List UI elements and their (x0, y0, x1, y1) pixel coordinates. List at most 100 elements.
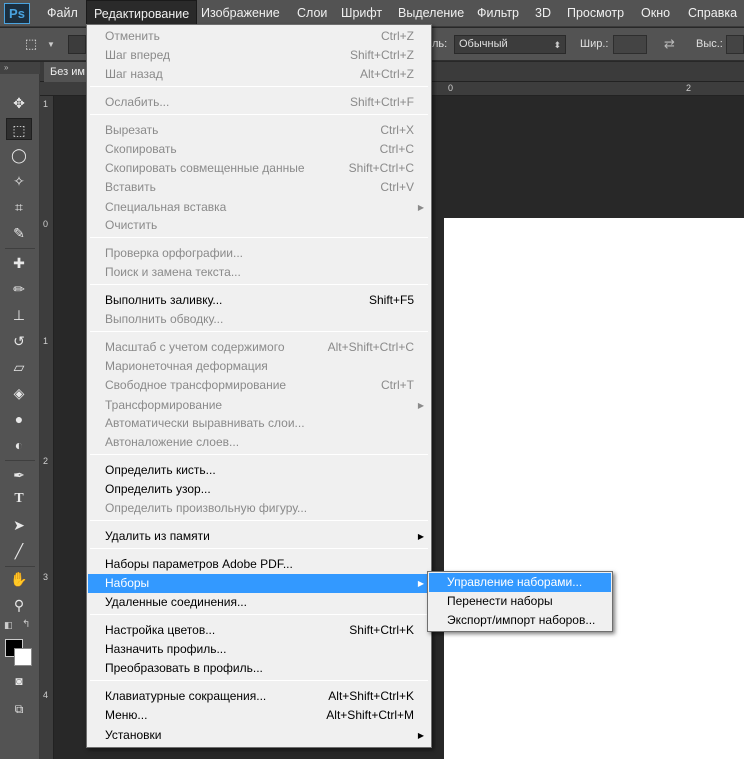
menu-item-free-transform[interactable]: Свободное трансформирование Ctrl+T (88, 376, 430, 395)
toolbox-collapse[interactable]: » (0, 62, 40, 74)
menu-item-adobe-pdf-presets[interactable]: Наборы параметров Adobe PDF... (88, 555, 430, 574)
menu-help[interactable]: Справка (681, 0, 744, 27)
menu-separator (90, 86, 428, 87)
menu-separator (90, 284, 428, 285)
spot-healing-tool-icon[interactable]: ✚ (6, 252, 32, 274)
swap-colors-icon[interactable]: ↰ (22, 619, 30, 630)
ruler-tick-label: 2 (43, 456, 49, 466)
document-canvas[interactable] (444, 218, 744, 759)
menu-item-paste[interactable]: Вставить Ctrl+V (88, 178, 430, 197)
hand-tool-icon[interactable]: ✋ (6, 568, 32, 590)
crop-tool-icon[interactable]: ⌗ (6, 196, 32, 218)
submenu-arrow-icon: ▶ (417, 203, 424, 212)
clone-stamp-tool-icon[interactable]: ⊥ (6, 304, 32, 326)
submenu-item-export-import-presets[interactable]: Экспорт/импорт наборов... (429, 611, 611, 630)
chevron-down-icon[interactable]: ▼ (47, 40, 55, 49)
width-field[interactable] (613, 35, 647, 54)
brush-tool-icon[interactable]: ✏ (6, 278, 32, 300)
menu-item-transform[interactable]: Трансформирование ▶ (88, 396, 430, 415)
menu-separator (90, 237, 428, 238)
menu-separator (90, 331, 428, 332)
marquee-preset-icon[interactable]: ⬚ (18, 33, 44, 55)
menu-item-puppet-warp[interactable]: Марионеточная деформация (88, 357, 430, 376)
submenu-item-preset-manager[interactable]: Управление наборами... (429, 573, 611, 592)
menu-item-auto-blend-layers[interactable]: Автоналожение слоев... (88, 433, 430, 452)
ruler-vertical: 1 0 1 2 3 4 (40, 96, 54, 759)
menu-item-undo[interactable]: Отменить Ctrl+Z (88, 27, 430, 46)
menu-item-auto-align-layers[interactable]: Автоматически выравнивать слои... (88, 414, 430, 433)
menu-item-cut[interactable]: Вырезать Ctrl+X (88, 121, 430, 140)
menu-item-assign-profile[interactable]: Назначить профиль... (88, 640, 430, 659)
ruler-tick-label: 0 (43, 219, 49, 229)
edit-menu: Отменить Ctrl+Z Шаг вперед Shift+Ctrl+Z Ша… (86, 24, 432, 748)
menu-separator (90, 114, 428, 115)
menu-item-presets[interactable]: Наборы ▶ (88, 574, 430, 593)
menu-item-remote-connections[interactable]: Удаленные соединения... (88, 593, 430, 612)
menu-filter[interactable]: Фильтр (470, 0, 526, 27)
path-selection-tool-icon[interactable]: ➤ (6, 514, 32, 536)
history-brush-tool-icon[interactable]: ↺ (6, 330, 32, 352)
blur-tool-icon[interactable]: ● (6, 408, 32, 430)
menu-item-menus[interactable]: Меню... Alt+Shift+Ctrl+M (88, 706, 430, 725)
pen-tool-icon[interactable]: ✒ (6, 464, 32, 486)
submenu-item-migrate-presets[interactable]: Перенести наборы (429, 592, 611, 611)
menu-type[interactable]: Шрифт (334, 0, 389, 27)
dodge-tool-icon[interactable]: ◐ (6, 434, 32, 456)
menu-item-define-brush[interactable]: Определить кисть... (88, 461, 430, 480)
type-tool-icon[interactable]: T (6, 488, 32, 510)
menu-item-find-replace[interactable]: Поиск и замена текста... (88, 263, 430, 282)
lasso-tool-icon[interactable]: ◯ (6, 144, 32, 166)
menu-layers[interactable]: Слои (290, 0, 334, 27)
menu-item-copy[interactable]: Скопировать Ctrl+C (88, 140, 430, 159)
paint-bucket-tool-icon[interactable]: ◈ (6, 382, 32, 404)
menu-item-color-settings[interactable]: Настройка цветов... Shift+Ctrl+K (88, 621, 430, 640)
quick-mask-icon[interactable]: ◙ (6, 670, 32, 692)
menu-item-stroke[interactable]: Выполнить обводку... (88, 310, 430, 329)
new-selection-button[interactable] (68, 35, 86, 54)
photoshop-logo: Ps (4, 3, 30, 24)
height-label: Выс.: (696, 38, 723, 50)
menu-item-define-custom-shape[interactable]: Определить произвольную фигуру... (88, 499, 430, 518)
line-tool-icon[interactable]: ╱ (6, 540, 32, 562)
zoom-tool-icon[interactable]: ⚲ (6, 594, 32, 616)
move-tool-icon[interactable]: ✥ (6, 92, 32, 114)
submenu-arrow-icon: ▶ (417, 579, 424, 588)
menu-item-fade[interactable]: Ослабить... Shift+Ctrl+F (88, 93, 430, 112)
style-select-value: Обычный (459, 38, 508, 50)
magic-wand-tool-icon[interactable]: ✧ (6, 170, 32, 192)
swap-icon[interactable]: ⇄ (664, 36, 675, 52)
menu-item-step-backward[interactable]: Шаг назад Alt+Ctrl+Z (88, 65, 430, 84)
height-field[interactable] (726, 35, 744, 54)
menu-item-content-aware-scale[interactable]: Масштаб с учетом содержимого Alt+Shift+Ct… (88, 338, 430, 357)
menu-item-convert-to-profile[interactable]: Преобразовать в профиль... (88, 659, 430, 678)
menu-item-fill[interactable]: Выполнить заливку... Shift+F5 (88, 291, 430, 310)
menu-select[interactable]: Выделение (391, 0, 471, 27)
default-colors-icon[interactable]: ◧ (4, 620, 13, 631)
menu-separator (90, 614, 428, 615)
menu-separator (90, 680, 428, 681)
menu-item-copy-merged[interactable]: Скопировать совмещенные данные Shift+Ctrl… (88, 159, 430, 178)
menu-image[interactable]: Изображение (194, 0, 287, 27)
eraser-tool-icon[interactable]: ▱ (6, 356, 32, 378)
menu-item-preferences[interactable]: Установки ▶ (88, 726, 430, 745)
menu-item-step-forward[interactable]: Шаг вперед Shift+Ctrl+Z (88, 46, 430, 65)
menu-edit[interactable]: Редактирование (86, 0, 198, 27)
menu-item-keyboard-shortcuts[interactable]: Клавиатурные сокращения... Alt+Shift+Ctrl… (88, 687, 430, 706)
menu-window[interactable]: Окно (634, 0, 677, 27)
menu-file[interactable]: Файл (40, 0, 85, 27)
submenu-arrow-icon: ▶ (417, 532, 424, 541)
style-select[interactable]: Обычный ⬍ (454, 35, 566, 54)
eyedropper-tool-icon[interactable]: ✎ (6, 222, 32, 244)
menu-item-check-spelling[interactable]: Проверка орфографии... (88, 244, 430, 263)
menu-item-clear[interactable]: Очистить (88, 216, 430, 235)
menu-item-paste-special[interactable]: Специальная вставка ▶ (88, 198, 430, 217)
menu-view[interactable]: Просмотр (560, 0, 631, 27)
menu-3d[interactable]: 3D (528, 0, 558, 27)
screen-mode-icon[interactable]: ⧉ (6, 698, 32, 720)
rectangular-marquee-tool-icon[interactable]: ⬚ (6, 118, 32, 140)
menu-item-define-pattern[interactable]: Определить узор... (88, 480, 430, 499)
menu-item-purge[interactable]: Удалить из памяти ▶ (88, 527, 430, 546)
ruler-tick-label: 4 (43, 690, 49, 700)
background-color-swatch[interactable] (14, 648, 32, 666)
ruler-tick-label: 1 (43, 99, 49, 109)
